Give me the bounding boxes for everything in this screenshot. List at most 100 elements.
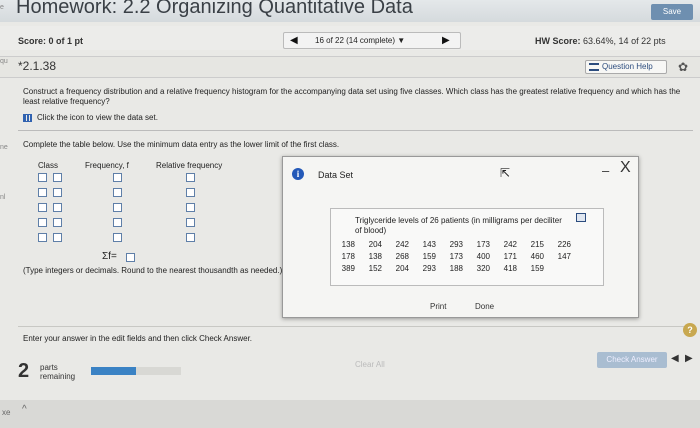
data-value: 400	[476, 252, 490, 261]
data-value: 188	[449, 264, 463, 273]
table-instructions: Complete the table below. Use the minimu…	[23, 140, 340, 149]
data-value: 138	[368, 252, 382, 261]
minimize-button[interactable]: –	[602, 163, 609, 178]
relative-frequency-input[interactable]	[186, 188, 195, 197]
hw-score: HW Score: 63.64%, 14 of 22 pts	[535, 36, 666, 46]
data-value: 138	[341, 240, 355, 249]
side-label: ne	[0, 144, 8, 151]
data-value: 215	[530, 240, 544, 249]
data-value: 159	[422, 252, 436, 261]
divider	[18, 326, 688, 327]
taskbar-label: xe	[2, 408, 11, 417]
data-value: 226	[557, 240, 571, 249]
help-icon[interactable]: ?	[683, 323, 697, 337]
previous-arrow-icon[interactable]: ◀	[671, 353, 679, 364]
data-value: 173	[476, 240, 490, 249]
rounding-note: (Type integers or decimals. Round to the…	[23, 266, 283, 275]
data-value: 159	[530, 264, 544, 273]
chevron-down-icon: ▼	[397, 36, 406, 45]
data-set-caption: Triglyceride levels of 26 patients (in m…	[355, 216, 562, 235]
class-upper-input[interactable]	[53, 203, 62, 212]
data-value: 147	[557, 252, 571, 261]
hw-score-value: 63.64%, 14 of 22 pts	[583, 36, 666, 46]
frequency-input[interactable]	[113, 233, 122, 242]
print-button[interactable]: Print	[430, 302, 446, 311]
question-score: Score: 0 of 1 pt	[18, 36, 84, 46]
sum-symbol: Σf=	[102, 251, 117, 262]
column-header-frequency: Frequency, f	[85, 161, 129, 170]
frequency-input[interactable]	[113, 173, 122, 182]
data-value: 293	[422, 264, 436, 273]
data-value: 460	[530, 252, 544, 261]
relative-frequency-input[interactable]	[186, 233, 195, 242]
next-arrow-icon[interactable]: ▶	[685, 353, 693, 364]
answer-instructions: Enter your answer in the edit fields and…	[23, 334, 253, 343]
class-upper-input[interactable]	[53, 188, 62, 197]
parts-remaining-count: 2	[18, 360, 30, 382]
class-upper-input[interactable]	[53, 173, 62, 182]
question-position-label: 16 of 22 (14 complete)	[315, 36, 396, 45]
data-value: 293	[449, 240, 463, 249]
frequency-input[interactable]	[113, 188, 122, 197]
side-label: nl	[0, 194, 6, 201]
parts-remaining-label: parts remaining	[40, 363, 75, 381]
gear-icon[interactable]: ✿	[678, 60, 688, 74]
data-value: 173	[449, 252, 463, 261]
data-value: 242	[503, 240, 517, 249]
taskbar	[0, 400, 700, 428]
data-value: 320	[476, 264, 490, 273]
parts-label: parts	[40, 363, 58, 372]
data-table-icon[interactable]	[23, 114, 32, 122]
class-upper-input[interactable]	[53, 218, 62, 227]
done-button[interactable]: Done	[475, 302, 494, 311]
data-value: 204	[368, 240, 382, 249]
frequency-input[interactable]	[113, 218, 122, 227]
next-question-button[interactable]: ▶	[442, 35, 450, 46]
class-lower-input[interactable]	[38, 203, 47, 212]
clear-all-button[interactable]: Clear All	[355, 360, 385, 369]
data-value: 389	[341, 264, 355, 273]
relative-frequency-input[interactable]	[186, 173, 195, 182]
question-selector[interactable]: 16 of 22 (14 complete) ▼	[315, 36, 405, 45]
side-label: qu	[0, 58, 8, 65]
copy-data-icon[interactable]	[576, 213, 586, 222]
hw-score-label: HW Score:	[535, 36, 581, 46]
data-value: 178	[341, 252, 355, 261]
data-value: 418	[503, 264, 517, 273]
class-lower-input[interactable]	[38, 233, 47, 242]
data-value: 171	[503, 252, 517, 261]
data-value: 268	[395, 252, 409, 261]
class-lower-input[interactable]	[38, 173, 47, 182]
previous-question-button[interactable]: ◀	[290, 35, 298, 46]
data-value: 204	[395, 264, 409, 273]
side-label: e	[0, 4, 4, 11]
data-value: 143	[422, 240, 436, 249]
data-value: 242	[395, 240, 409, 249]
page-title: Homework: 2.2 Organizing Quantitative Da…	[16, 0, 413, 18]
view-data-link[interactable]: Click the icon to view the data set.	[37, 113, 158, 122]
progress-fill	[91, 367, 136, 375]
caret-up-icon[interactable]: ^	[22, 404, 27, 415]
dialog-title: Data Set	[318, 170, 354, 180]
save-button[interactable]: Save	[651, 4, 693, 20]
question-number: *2.1.38	[18, 59, 57, 73]
info-icon: i	[292, 168, 304, 180]
data-value: 152	[368, 264, 382, 273]
close-button[interactable]: X	[620, 159, 631, 177]
sum-label: Σf=	[102, 251, 117, 262]
question-instructions: Construct a frequency distribution and a…	[23, 87, 681, 106]
relative-frequency-input[interactable]	[186, 203, 195, 212]
column-header-class: Class	[38, 161, 59, 170]
column-header-relative-frequency: Relative frequency	[156, 161, 223, 170]
list-icon	[589, 63, 599, 71]
frequency-input[interactable]	[113, 203, 122, 212]
sum-input[interactable]	[126, 253, 135, 262]
relative-frequency-input[interactable]	[186, 218, 195, 227]
class-lower-input[interactable]	[38, 218, 47, 227]
remaining-label: remaining	[40, 372, 76, 381]
mouse-cursor-icon: ⇱	[500, 166, 511, 180]
class-upper-input[interactable]	[53, 233, 62, 242]
divider	[18, 130, 693, 131]
class-lower-input[interactable]	[38, 188, 47, 197]
check-answer-button[interactable]: Check Answer	[597, 352, 667, 368]
